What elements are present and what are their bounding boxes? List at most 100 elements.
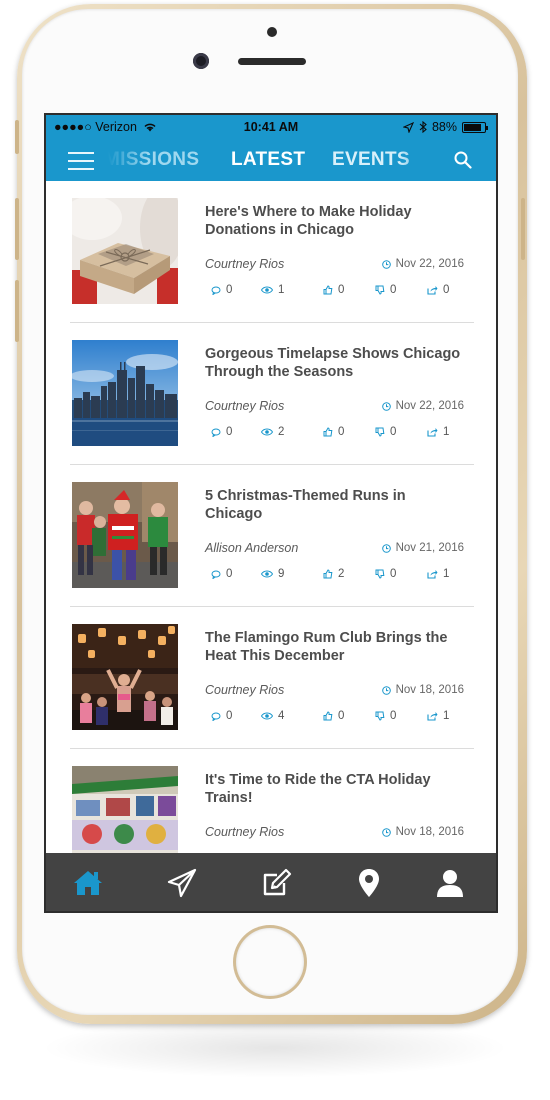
article-date: Nov 18, 2016 [381,684,464,696]
article-title[interactable]: Here's Where to Make Holiday Donations i… [205,203,465,239]
status-indicators: 88% [402,120,488,134]
like-value: 0 [338,426,345,438]
top-nav-bar: MISSIONS LATEST EVENTS [46,141,496,181]
volume-down-button [15,280,19,342]
thumbs-up-icon [323,569,333,579]
date-label: Nov 22, 2016 [395,400,464,412]
view-count: 2 [261,426,284,438]
comment-value: 0 [226,710,233,722]
comment-count[interactable]: 0 [211,568,232,580]
thumbs-up-icon [323,427,333,437]
battery-icon [462,121,488,133]
article-author: Allison Anderson [205,541,299,555]
eye-icon [261,712,273,720]
thumbs-down-icon [375,427,385,437]
article-card[interactable]: 5 Christmas-Themed Runs in Chicago Allis… [70,465,474,607]
article-title[interactable]: The Flamingo Rum Club Brings the Heat Th… [205,629,465,665]
article-title[interactable]: Gorgeous Timelapse Shows Chicago Through… [205,345,465,381]
view-count: 9 [261,568,284,580]
article-card[interactable]: Here's Where to Make Holiday Donations i… [70,181,474,323]
christmas-runners-photo[interactable] [72,482,178,588]
search-icon[interactable] [454,151,472,169]
article-card[interactable]: Gorgeous Timelapse Shows Chicago Through… [70,323,474,465]
battery-percent: 88% [431,120,457,134]
like-count[interactable]: 2 [323,568,344,580]
article-stats: 0 9 2 0 1 [211,568,461,584]
status-bar: ●●●●○ Verizon 10:41 AM 88% [46,115,496,141]
send-icon[interactable] [166,867,198,899]
share-icon [427,428,438,437]
date-label: Nov 21, 2016 [395,542,464,554]
comment-icon [211,286,221,295]
dislike-count[interactable]: 0 [375,426,396,438]
home-button[interactable] [236,928,304,996]
dislike-count[interactable]: 0 [375,568,396,580]
view-count: 1 [261,284,284,296]
article-title[interactable]: 5 Christmas-Themed Runs in Chicago [205,487,465,523]
like-count[interactable]: 0 [323,426,344,438]
tab-events[interactable]: EVENTS [332,149,410,171]
view-value: 1 [278,284,285,296]
gift-box-photo[interactable] [72,198,178,304]
volume-up-button [15,198,19,260]
thumbs-up-icon [323,285,333,295]
like-count[interactable]: 0 [323,284,344,296]
comment-count[interactable]: 0 [211,710,232,722]
share-value: 0 [443,284,450,296]
share-count[interactable]: 0 [427,284,449,296]
share-icon [427,712,438,721]
mute-switch [15,120,19,154]
dislike-count[interactable]: 0 [375,284,396,296]
thumbs-down-icon [375,711,385,721]
date-label: Nov 22, 2016 [395,258,464,270]
article-author: Courtney Rios [205,399,285,413]
article-stats: 0 2 0 0 1 [211,426,461,442]
menu-icon[interactable] [68,152,94,170]
eye-icon [261,428,273,436]
article-stats: 0 1 0 0 0 [211,284,461,300]
category-tabs: MISSIONS LATEST EVENTS [108,141,438,181]
share-value: 1 [443,426,450,438]
front-camera [193,53,209,69]
home-icon[interactable] [72,867,104,899]
dislike-count[interactable]: 0 [375,710,396,722]
clock-icon [381,543,391,553]
dislike-value: 0 [390,568,397,580]
clock-icon [381,685,391,695]
like-value: 2 [338,568,345,580]
share-count[interactable]: 1 [427,710,449,722]
article-card[interactable]: The Flamingo Rum Club Brings the Heat Th… [70,607,474,749]
article-title[interactable]: It's Time to Ride the CTA Holiday Trains… [205,771,465,807]
comment-icon [211,712,221,721]
comment-icon [211,570,221,579]
share-count[interactable]: 1 [427,426,449,438]
app-screen: ●●●●○ Verizon 10:41 AM 88% MISSIONS LATE… [46,115,496,911]
tab-missions[interactable]: MISSIONS [108,149,199,171]
edit-icon[interactable] [260,867,292,899]
dislike-value: 0 [390,426,397,438]
dislike-value: 0 [390,284,397,296]
rum-club-party-photo[interactable] [72,624,178,730]
cta-holiday-train-photo[interactable] [72,766,178,853]
like-count[interactable]: 0 [323,710,344,722]
user-icon[interactable] [434,867,466,899]
power-button [521,198,525,260]
comment-count[interactable]: 0 [211,426,232,438]
date-label: Nov 18, 2016 [395,684,464,696]
share-icon [427,570,438,579]
like-value: 0 [338,710,345,722]
location-icon[interactable] [353,867,385,899]
article-card[interactable]: It's Time to Ride the CTA Holiday Trains… [70,749,474,853]
dislike-value: 0 [390,710,397,722]
article-date: Nov 18, 2016 [381,826,464,838]
chicago-skyline-photo[interactable] [72,340,178,446]
tab-latest[interactable]: LATEST [231,149,305,171]
article-feed[interactable]: Here's Where to Make Holiday Donations i… [46,181,496,853]
view-value: 9 [278,568,285,580]
comment-count[interactable]: 0 [211,284,232,296]
share-count[interactable]: 1 [427,568,449,580]
comment-value: 0 [226,568,233,580]
comment-value: 0 [226,284,233,296]
article-author: Courtney Rios [205,257,285,271]
eye-icon [261,570,273,578]
